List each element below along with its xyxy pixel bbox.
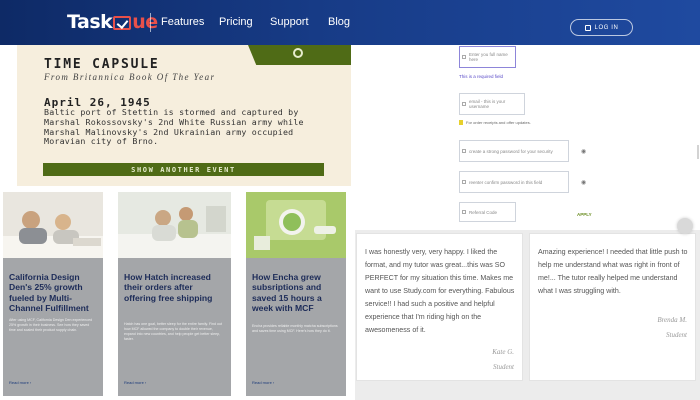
read-more-link[interactable]: Read more › [124, 380, 146, 385]
taskque-logo[interactable]: Task ue [67, 10, 158, 34]
lock-icon [462, 149, 466, 153]
case-image-encha [246, 192, 346, 258]
case-study-card[interactable]: How Encha grew subsriptions and saved 15… [246, 192, 346, 396]
case-body: Hatch has one goal, better sleep for the… [124, 322, 223, 341]
testimonial-name: Kate G. [492, 348, 514, 356]
full-name-placeholder: Enter you full name here [469, 52, 508, 62]
capsule-subtitle: From Britannica Book Of The Year [44, 72, 216, 82]
capsule-clock-icon [293, 48, 303, 58]
case-body: After using MCF, California Design Den e… [9, 318, 93, 332]
newsletter-checkbox[interactable] [459, 120, 463, 125]
required-message: This is a required field [459, 74, 504, 79]
nav-pricing[interactable]: Pricing [219, 16, 253, 28]
testimonial-name: Brenda M. [657, 316, 687, 324]
login-label: LOG IN [594, 24, 619, 31]
case-body: Encha provides reliable monthly matcha s… [252, 324, 338, 333]
full-name-input[interactable]: Enter you full name here [459, 46, 516, 68]
login-button[interactable]: LOG IN [570, 19, 633, 36]
testimonial-card: Amazing experience! I needed that little… [529, 233, 696, 381]
signup-form [355, 45, 700, 230]
gift-icon [462, 210, 466, 214]
capsule-title: TIME CAPSULE [44, 57, 160, 72]
show-confirm-eye-icon[interactable]: ◉ [581, 179, 587, 186]
testimonial-quote: Amazing experience! I needed that little… [538, 248, 688, 295]
testimonial-quote: I was honestly very, very happy. I liked… [365, 248, 515, 334]
testimonial-role: Student [493, 363, 514, 371]
confirm-password-input[interactable]: reenter confirm password in this field [459, 171, 569, 193]
time-capsule-card: TIME CAPSULE From Britannica Book Of The… [17, 45, 351, 186]
password-placeholder: create a strong password for your securi… [469, 148, 553, 154]
referral-code-input[interactable]: Referral Code [459, 202, 516, 222]
scrollbar-thumb[interactable] [697, 145, 699, 159]
logo-text-part2: ue [132, 11, 158, 33]
referral-placeholder: Referral Code [469, 209, 498, 215]
show-another-event-button[interactable]: SHOW ANOTHER EVENT [43, 163, 324, 176]
chat-widget-button[interactable] [677, 218, 693, 234]
lock-icon [462, 180, 466, 184]
testimonial-role: Student [666, 331, 687, 339]
nav-divider [150, 13, 151, 32]
case-image-california [3, 192, 103, 258]
checkbox-logo-icon [113, 16, 132, 30]
case-image-hatch [118, 192, 231, 258]
logo-text-part1: Task [67, 11, 113, 33]
newsletter-checkbox-row[interactable]: For order receipts and offer updates. [459, 120, 531, 125]
site-header: Task ue Features Pricing Support Blog LO… [0, 0, 700, 45]
case-study-card[interactable]: California Design Den's 25% growth fuele… [3, 192, 103, 396]
capsule-text: Baltic port of Stettin is stormed and ca… [44, 107, 304, 147]
newsletter-label: For order receipts and offer updates. [466, 120, 531, 125]
case-title: How Encha grew subsriptions and saved 15… [252, 272, 322, 314]
nav-features[interactable]: Features [161, 16, 204, 28]
password-input[interactable]: create a strong password for your securi… [459, 140, 569, 162]
email-input[interactable]: email - this is your username [459, 93, 525, 115]
capsule-tag [248, 45, 351, 65]
apply-button[interactable]: APPLY [577, 212, 592, 217]
email-placeholder: email - this is your username [469, 99, 506, 109]
confirm-placeholder: reenter confirm password in this field [469, 179, 543, 185]
read-more-link[interactable]: Read more › [9, 380, 31, 385]
nav-blog[interactable]: Blog [328, 16, 350, 28]
nav-support[interactable]: Support [270, 16, 309, 28]
case-title: California Design Den's 25% growth fuele… [9, 272, 89, 314]
case-title: How Hatch increased their orders after o… [124, 272, 213, 303]
mail-icon [462, 102, 466, 106]
login-icon [584, 24, 591, 31]
read-more-link[interactable]: Read more › [252, 380, 274, 385]
user-icon [462, 55, 466, 59]
show-password-eye-icon[interactable]: ◉ [581, 148, 587, 155]
testimonial-card: I was honestly very, very happy. I liked… [356, 233, 523, 381]
case-study-card[interactable]: How Hatch increased their orders after o… [118, 192, 231, 396]
